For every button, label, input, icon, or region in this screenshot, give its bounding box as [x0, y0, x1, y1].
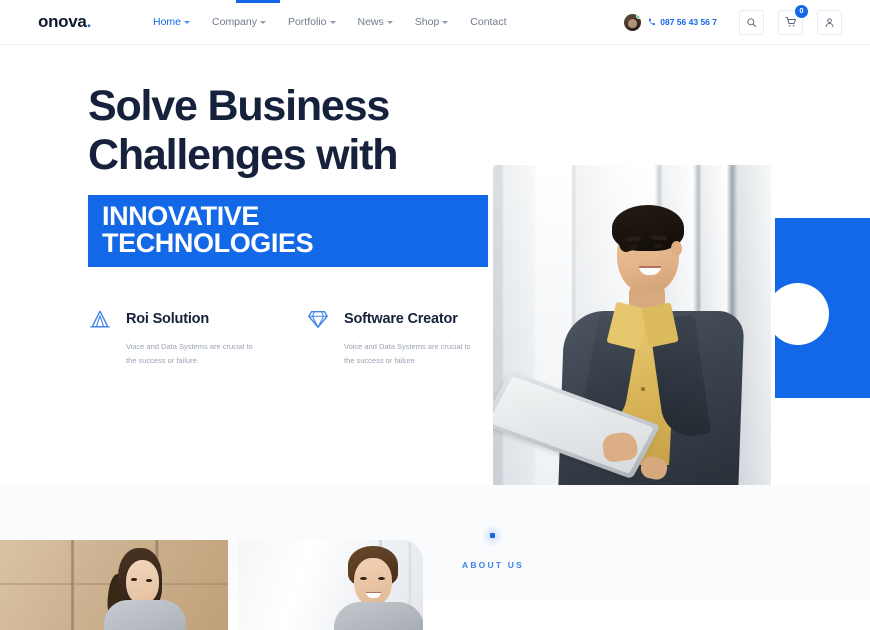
blue-decorative-shape [767, 218, 870, 398]
search-button[interactable] [739, 9, 764, 35]
hero-section: Solve Business Challenges with INNOVATIV… [0, 45, 870, 485]
chevron-down-icon [442, 21, 449, 24]
hero-features: Roi Solution Voice and Data Systems are … [88, 307, 488, 369]
feature-title: Roi Solution [126, 311, 209, 327]
hero-content: Solve Business Challenges with INNOVATIV… [88, 85, 488, 369]
nav-item-news[interactable]: News [358, 16, 393, 28]
nav-item-portfolio[interactable]: Portfolio [288, 16, 336, 28]
nav-label-company: Company [212, 16, 257, 28]
cart-button[interactable]: 0 [778, 4, 808, 35]
section-label: ABOUT US [462, 560, 524, 570]
chevron-down-icon [329, 21, 336, 24]
search-icon [747, 17, 757, 27]
diamond-icon [306, 307, 330, 331]
nav-item-home[interactable]: Home [153, 16, 191, 28]
site-logo[interactable]: onova. [38, 12, 91, 32]
active-nav-indicator [236, 0, 280, 3]
section-marker-dot [480, 524, 504, 547]
heading-line-2: Challenges with [88, 131, 399, 179]
phone-number-text: 087 56 43 56 7 [660, 17, 717, 27]
nav-label-home: Home [153, 16, 182, 28]
chevron-down-icon [259, 21, 266, 24]
cart-count-badge: 0 [795, 4, 808, 18]
cart-icon [785, 17, 796, 27]
feature-description: Voice and Data Systems are crucial to th… [126, 342, 253, 366]
feature-header: Software Creator [306, 307, 476, 331]
phone-number[interactable]: 087 56 43 56 7 [648, 17, 717, 27]
heading-line-1: Solve Business [88, 82, 390, 130]
feature-description: Voice and Data Systems are crucial to th… [344, 342, 471, 366]
feature-header: Roi Solution [88, 307, 258, 331]
nav-label-contact: Contact [470, 16, 507, 28]
phone-icon [649, 18, 656, 25]
logo-dot: . [86, 12, 92, 31]
nav-label-shop: Shop [414, 16, 440, 28]
hero-image [493, 165, 771, 485]
nav-label-news: News [357, 16, 384, 28]
main-navigation: Home Company Portfolio News Shop Contact [153, 16, 506, 28]
feature-title: Software Creator [344, 311, 458, 327]
contact-info[interactable]: 087 56 43 56 7 [616, 10, 725, 35]
about-image-right [238, 540, 423, 630]
nav-item-company[interactable]: Company [212, 16, 266, 28]
chevron-down-icon [184, 21, 191, 24]
hero-person [493, 165, 771, 485]
about-image-left [0, 540, 228, 630]
online-status-dot [636, 13, 642, 19]
header-actions: 087 56 43 56 7 0 [616, 4, 842, 35]
logo-text: onova [38, 12, 87, 31]
site-header: onova. Home Company Portfolio News Shop … [0, 0, 870, 45]
account-button[interactable] [817, 9, 842, 35]
feature-software-creator[interactable]: Software Creator Voice and Data Systems … [306, 307, 476, 369]
about-heading-group: ABOUT US [462, 524, 524, 570]
feature-roi-solution[interactable]: Roi Solution Voice and Data Systems are … [88, 307, 258, 369]
about-section: ABOUT US [0, 485, 870, 630]
page-title: Solve Business Challenges with [88, 85, 488, 177]
nav-item-shop[interactable]: Shop [415, 16, 449, 28]
nav-item-contact[interactable]: Contact [470, 16, 506, 28]
chevron-down-icon [386, 21, 393, 24]
tent-icon [88, 307, 112, 331]
user-icon [825, 17, 834, 27]
heading-highlight: INNOVATIVE TECHNOLOGIES [88, 195, 488, 267]
avatar [624, 13, 642, 31]
nav-label-portfolio: Portfolio [287, 16, 327, 28]
